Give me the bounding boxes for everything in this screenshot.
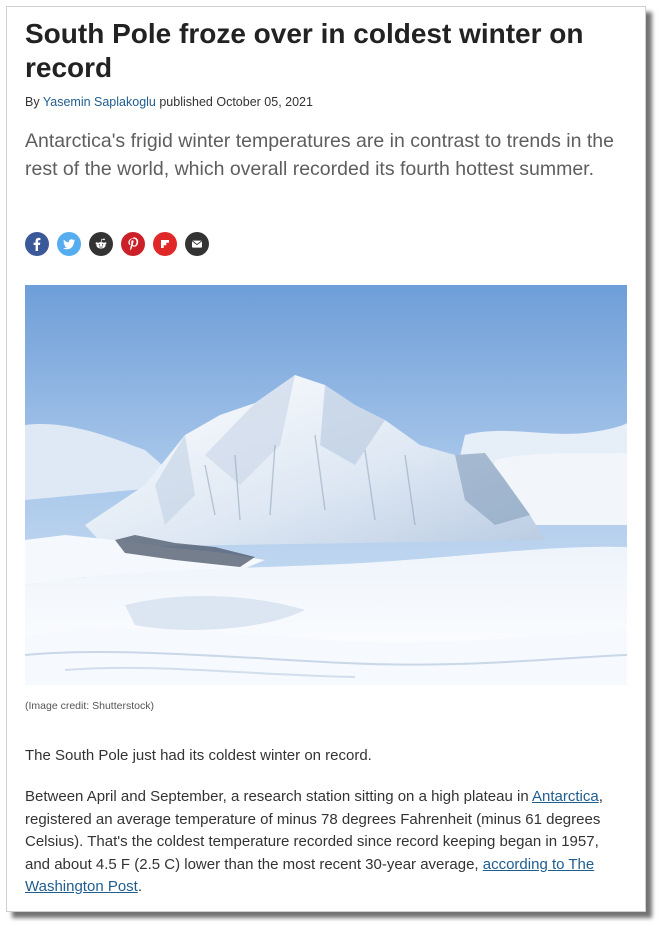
article-headline: South Pole froze over in coldest winter … bbox=[25, 18, 584, 83]
article-standfirst: Antarctica's frigid winter temperatures … bbox=[25, 130, 614, 180]
image-credit: (Image credit: Shutterstock) bbox=[25, 700, 154, 712]
publish-date: October 05, 2021 bbox=[216, 95, 313, 109]
antarctica-link[interactable]: Antarctica bbox=[532, 788, 599, 805]
twitter-icon bbox=[63, 239, 75, 250]
byline: By Yasemin Saplakoglu published October … bbox=[25, 95, 313, 109]
antarctic-mountain-image bbox=[25, 285, 627, 685]
share-reddit-button[interactable] bbox=[89, 232, 113, 256]
email-icon bbox=[192, 240, 202, 248]
paragraph-2-text-a: Between April and September, a research … bbox=[25, 788, 532, 805]
share-email-button[interactable] bbox=[185, 232, 209, 256]
share-bar bbox=[25, 232, 209, 256]
author-link[interactable]: Yasemin Saplakoglu bbox=[43, 95, 156, 109]
reddit-icon bbox=[95, 238, 107, 249]
paragraph-2-text-c: . bbox=[137, 878, 143, 895]
share-pinterest-button[interactable] bbox=[121, 232, 145, 256]
hero-image bbox=[25, 285, 627, 685]
share-flipboard-button[interactable] bbox=[153, 232, 177, 256]
article-paragraph-1: The South Pole just had its coldest wint… bbox=[25, 747, 372, 764]
article-paragraph-2: Between April and September, a research … bbox=[25, 786, 625, 899]
flipboard-icon bbox=[161, 240, 169, 248]
share-facebook-button[interactable] bbox=[25, 232, 49, 256]
pinterest-icon bbox=[128, 237, 139, 251]
facebook-icon bbox=[33, 237, 41, 251]
published-label: published bbox=[159, 95, 213, 109]
article-page: South Pole froze over in coldest winter … bbox=[6, 6, 646, 912]
share-twitter-button[interactable] bbox=[57, 232, 81, 256]
byline-prefix: By bbox=[25, 95, 40, 109]
